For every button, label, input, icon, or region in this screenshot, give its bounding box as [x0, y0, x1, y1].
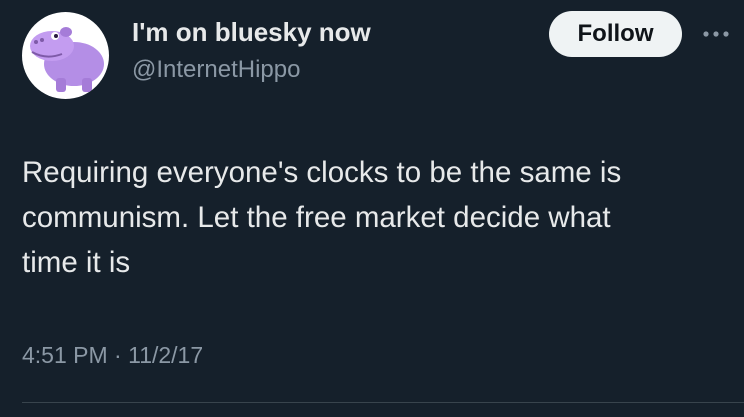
divider: [22, 402, 744, 403]
author-display-name[interactable]: I'm on bluesky now: [132, 17, 371, 48]
purple-hippo-icon: [30, 27, 104, 92]
more-horizontal-icon[interactable]: [700, 22, 732, 46]
tweet-time[interactable]: 4:51 PM: [22, 342, 108, 368]
meta-separator: ·: [114, 342, 122, 368]
tweet-date[interactable]: 11/2/17: [128, 342, 203, 368]
tweet-text: Requiring everyone's clocks to be the sa…: [22, 156, 622, 279]
author-handle[interactable]: @InternetHippo: [132, 56, 300, 84]
tweet-timestamp: 4:51 PM · 11/2/17: [22, 342, 203, 369]
follow-button[interactable]: Follow: [549, 11, 682, 57]
author-avatar[interactable]: [22, 12, 109, 99]
tweet-card: I'm on bluesky now @InternetHippo Follow…: [0, 0, 744, 417]
